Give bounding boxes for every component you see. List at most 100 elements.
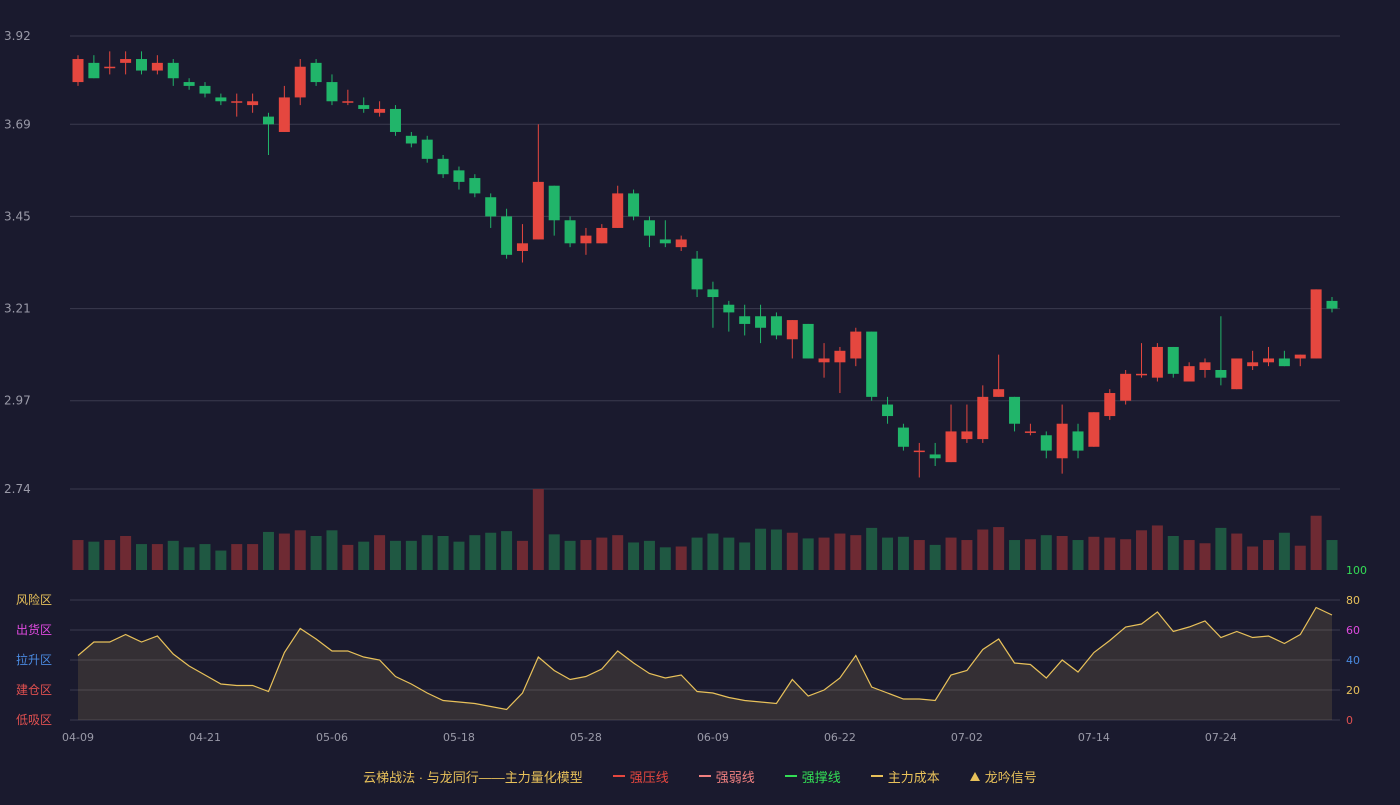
volume-bar [1310,515,1322,570]
volume-bar [1167,535,1179,570]
volume-bar [151,544,163,570]
volume-bar [897,536,909,570]
legend-item-strong-pressure[interactable]: 强压线 [612,767,669,786]
candle-body [945,431,957,463]
candle-body [1072,431,1084,451]
volume-bar [1009,540,1021,570]
candle-body [405,135,417,144]
volume-bar [469,535,481,570]
legend-label: 主力成本 [887,769,940,785]
x-tick-label: 04-21 [189,731,221,744]
legend-label: 强弱线 [715,769,755,785]
candle-body [1215,369,1227,378]
candle-body [691,258,703,290]
candle-body [1167,346,1179,374]
volume-bar [961,540,973,570]
x-tick-label: 05-28 [570,731,602,744]
candle-body [120,59,132,63]
legend-label: 龙吟信号 [984,769,1037,785]
y-tick-label: 3.21 [4,302,31,316]
volume-bar [1024,539,1036,570]
volume-bar [278,533,290,570]
volume-bar [1326,540,1338,570]
y-tick-label: 3.92 [4,29,31,43]
volume-bar [1072,540,1084,570]
volume-bar [723,537,735,570]
legend-item-strong-support[interactable]: 强撑线 [784,767,841,786]
volume-bar [453,541,465,570]
volume-bar [389,540,401,570]
candle-body [977,396,989,440]
osc-tick-label: 60 [1346,624,1360,637]
chart-legend: 云梯战法 · 与龙同行——主力量化模型 强压线 强弱线 强撑线 主力成本 龙吟信… [0,764,1400,788]
candle-body [1040,435,1052,451]
zone-label: 建仓区 [16,683,52,697]
candle-body [659,239,671,244]
volume-bar [104,540,116,570]
volume-bar [993,527,1005,570]
volume-bar [945,537,957,570]
solid-line-icon [612,775,625,777]
candle-body [866,331,878,397]
candle-body [1231,358,1243,390]
candle-body [151,62,163,71]
volume-bar [1231,533,1243,570]
candle-body [389,108,401,132]
candle-body [723,304,735,313]
volume-bar [1151,525,1163,570]
osc-tick-label: 0 [1346,714,1353,727]
candle-body [643,220,655,236]
volume-bar [183,547,195,570]
candle-body [358,105,370,109]
volume-bar [294,530,306,570]
volume-bar [755,528,767,570]
volume-bar [247,544,259,570]
candle-body [1278,358,1290,367]
candle-body [1183,366,1195,382]
volume-bar [516,540,528,570]
candle-body [786,320,798,340]
volume-bar [1104,537,1116,570]
volume-bar [691,537,703,570]
osc-tick-label: 80 [1346,594,1360,607]
candle-body [485,197,497,217]
legend-item-dragon-signal[interactable]: 龙吟信号 [969,767,1037,786]
candle-body [580,235,592,244]
candle-body [993,389,1005,397]
candle-body [516,243,528,251]
candle-body [453,170,465,182]
zone-label: 出货区 [16,622,52,637]
candle-body [755,316,767,328]
volume-bar [1040,535,1052,570]
volume-bar [88,541,100,570]
x-tick-label: 05-06 [316,731,348,744]
oscillator-area [78,607,1332,720]
candle-body [278,97,290,132]
volume-bar [1215,527,1227,570]
x-tick-label: 07-14 [1078,731,1110,744]
volume-bar [770,529,782,570]
volume-bar [199,544,211,570]
candle-body [1120,373,1132,401]
candle-body [501,216,513,255]
candle-body [167,62,179,79]
volume-bar [1056,535,1068,570]
volume-bar [882,537,894,570]
candle-body [1294,354,1306,359]
volume-bar [1088,536,1100,570]
volume-bar [659,547,671,570]
dashed-line-icon [698,775,711,777]
legend-label: 强撑线 [801,769,841,785]
volume-bar [421,535,433,570]
osc-tick-label: 100 [1346,564,1367,577]
candle-body [961,431,973,440]
volume-bar [231,544,243,570]
osc-tick-label: 20 [1346,684,1360,697]
x-tick-label: 06-22 [824,731,856,744]
candle-body [548,185,560,221]
candle-body [72,59,84,83]
legend-item-main-cost[interactable]: 主力成本 [870,767,940,786]
volume-bar [326,530,338,570]
legend-item-strength-line[interactable]: 强弱线 [698,767,755,786]
x-tick-label: 06-09 [697,731,729,744]
